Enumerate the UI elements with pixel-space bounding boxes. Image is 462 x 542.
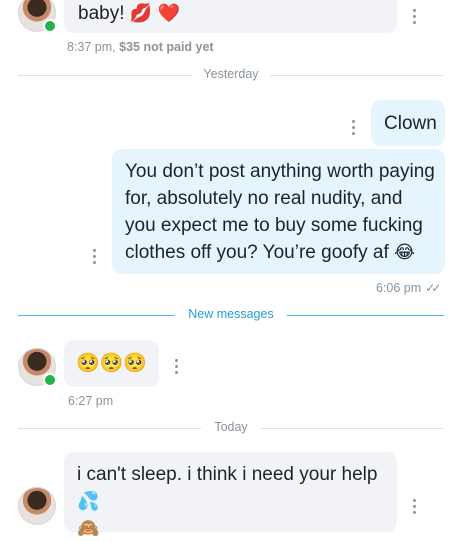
sweat-droplets-emoji: 💦 [77,491,100,512]
message-text: i can't sleep. i think i need your help [77,464,378,485]
message-bubble[interactable]: 🥺🥺🥺 [64,340,159,387]
message-time: 8:37 pm, [67,40,116,54]
read-checkmarks-icon: ✓✓ [425,281,441,295]
message-options-icon[interactable] [412,499,416,515]
message-meta: 6:06 pm ✓✓ [376,281,441,295]
online-indicator [43,19,57,33]
message-time: 6:27 pm [68,394,114,408]
date-divider-today: Today [18,420,444,436]
message-options-icon[interactable] [351,120,355,136]
message-options-icon[interactable] [92,249,96,265]
pleading-face-emojis: 🥺🥺🥺 [76,352,147,374]
date-divider-yesterday: Yesterday [18,67,444,83]
message-bubble[interactable]: baby! 💋 ❤️ [64,0,397,33]
online-indicator [43,373,57,387]
divider-label: Today [214,420,248,434]
message-options-icon[interactable] [412,9,416,25]
see-no-evil-monkey-emoji: 🙈 [77,518,100,539]
message-options-icon[interactable] [174,359,178,375]
avatar[interactable] [18,348,57,387]
message-time: 6:06 pm [376,281,422,295]
avatar[interactable] [18,487,56,525]
payment-status: $35 not paid yet [119,40,214,54]
divider-label: Yesterday [203,67,259,81]
message-text: You don’t post anything worth paying for… [125,161,435,263]
divider-label: New messages [188,307,274,321]
message-text: baby! [78,3,125,24]
message-meta: 8:37 pm, $35 not paid yet [67,40,214,54]
laughing-emoji: 😂 [394,242,416,263]
new-messages-divider: New messages [18,307,444,323]
kiss-heart-emoji: 💋 ❤️ [129,3,181,24]
avatar[interactable] [18,0,57,33]
message-text: Clown [384,113,437,134]
message-bubble[interactable]: i can't sleep. i think i need your help … [64,452,397,539]
message-bubble[interactable]: You don’t post anything worth paying for… [112,149,445,274]
message-bubble[interactable]: Clown [371,100,445,146]
